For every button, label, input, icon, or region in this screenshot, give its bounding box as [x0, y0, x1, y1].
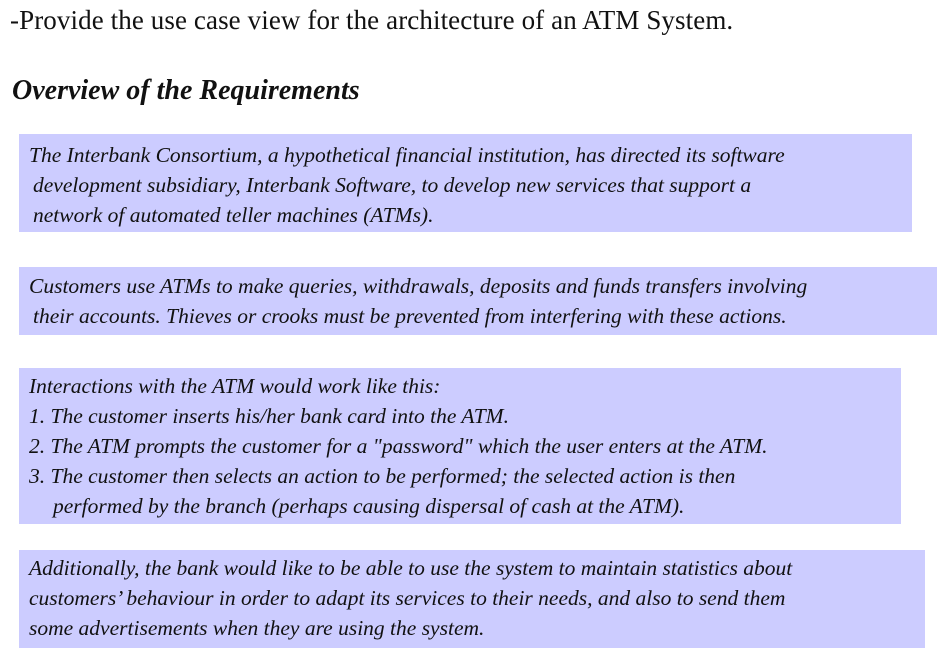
text-line: The Interbank Consortium, a hypothetical…: [29, 143, 785, 167]
requirement-box-interactions: Interactions with the ATM would work lik…: [19, 368, 901, 524]
text-line: network of automated teller machines (AT…: [33, 203, 434, 227]
text-line: customers’ behaviour in order to adapt i…: [29, 586, 786, 610]
text-line: Customers use ATMs to make queries, with…: [29, 274, 808, 298]
list-item-continuation: performed by the branch (perhaps causing…: [53, 494, 685, 518]
requirement-box-customers: Customers use ATMs to make queries, with…: [19, 267, 937, 335]
section-heading: Overview of the Requirements: [12, 75, 360, 106]
text-line: some advertisements when they are using …: [29, 616, 485, 640]
text-line: their accounts. Thieves or crooks must b…: [33, 304, 787, 328]
text-line: Interactions with the ATM would work lik…: [29, 374, 441, 398]
list-item: 2. The ATM prompts the customer for a "p…: [29, 434, 768, 458]
list-item: 3. The customer then selects an action t…: [29, 464, 736, 488]
requirement-box-overview: The Interbank Consortium, a hypothetical…: [19, 134, 912, 232]
text-line: development subsidiary, Interbank Softwa…: [33, 173, 752, 197]
requirement-box-statistics: Additionally, the bank would like to be …: [19, 550, 925, 648]
page-title: -Provide the use case view for the archi…: [10, 5, 734, 35]
list-item: 1. The customer inserts his/her bank car…: [29, 404, 509, 428]
text-line: Additionally, the bank would like to be …: [29, 556, 793, 580]
